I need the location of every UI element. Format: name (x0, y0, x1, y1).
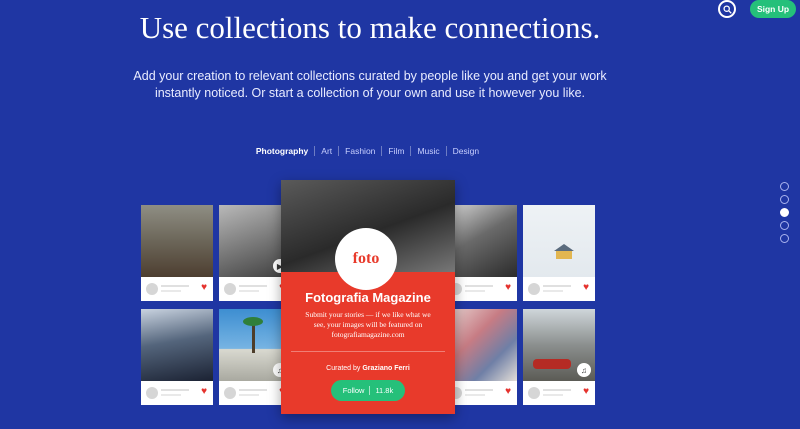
featured-collection-card[interactable]: foto Fotografia Magazine Submit your sto… (281, 180, 455, 414)
tile-meta: ♥ (141, 381, 213, 405)
curator-name[interactable]: Graziano Ferri (362, 365, 409, 372)
heart-icon[interactable]: ♥ (583, 386, 589, 397)
collection-description: Submit your stories — if we like what we… (305, 310, 431, 339)
pager-dot[interactable] (780, 208, 789, 217)
tab-film[interactable]: Film (381, 146, 410, 156)
avatar (528, 283, 540, 295)
collection-tile[interactable]: ♥ (445, 309, 517, 405)
text-line (465, 285, 493, 287)
tile-meta: ♥ (141, 277, 213, 301)
tile-meta: ♥ (445, 277, 517, 301)
heart-icon[interactable]: ♥ (505, 386, 511, 397)
avatar (528, 387, 540, 399)
text-line (239, 290, 259, 292)
follow-label: Follow (342, 386, 365, 395)
text-line (239, 394, 259, 396)
tab-design[interactable]: Design (445, 146, 485, 156)
car-shape (533, 359, 571, 369)
separator (369, 386, 371, 395)
follower-count: 11.8k (375, 386, 394, 395)
tile-image (141, 309, 213, 381)
pager-dot[interactable] (780, 234, 789, 243)
tile-image (445, 309, 517, 381)
text-line (161, 394, 181, 396)
tile-meta: ♥ (445, 381, 517, 405)
text-line (161, 389, 189, 391)
heart-icon[interactable]: ♥ (583, 282, 589, 293)
roof-shape (554, 244, 574, 251)
text-line (465, 394, 485, 396)
tile-image (141, 205, 213, 277)
pager-dots (780, 182, 789, 247)
hero-title: Use collections to make connections. (139, 10, 601, 45)
collection-tile[interactable]: ♥ (141, 309, 213, 405)
tab-art[interactable]: Art (314, 146, 338, 156)
collection-tile[interactable]: ♫ ♥ (523, 309, 595, 405)
text-line (543, 285, 571, 287)
text-line (465, 290, 485, 292)
palm-tree-shape (252, 323, 255, 353)
text-line (543, 394, 563, 396)
avatar (224, 387, 236, 399)
tab-music[interactable]: Music (410, 146, 445, 156)
divider (291, 351, 445, 352)
collection-tile[interactable]: ♥ (523, 205, 595, 301)
heart-icon[interactable]: ♥ (505, 282, 511, 293)
tile-meta: ♥ (523, 277, 595, 301)
signup-button[interactable]: Sign Up (750, 0, 796, 18)
avatar (224, 283, 236, 295)
tab-photography[interactable]: Photography (250, 146, 314, 156)
collection-logo: foto (335, 228, 397, 290)
heart-icon[interactable]: ♥ (201, 282, 207, 293)
tile-meta: ♥ (523, 381, 595, 405)
pager-dot[interactable] (780, 195, 789, 204)
logo-text: foto (352, 250, 380, 267)
tile-image (445, 205, 517, 277)
curated-prefix: Curated by (326, 365, 363, 372)
house-shape (556, 250, 572, 259)
text-line (239, 285, 267, 287)
tab-fashion[interactable]: Fashion (338, 146, 381, 156)
pager-dot[interactable] (780, 182, 789, 191)
collection-tile[interactable]: ♥ (141, 205, 213, 301)
collection-tile[interactable]: ♥ (445, 205, 517, 301)
heart-icon[interactable]: ♥ (201, 386, 207, 397)
music-icon: ♫ (577, 363, 591, 377)
follow-button[interactable]: Follow 11.8k (331, 380, 405, 401)
avatar (146, 387, 158, 399)
text-line (465, 389, 493, 391)
text-line (161, 285, 189, 287)
text-line (543, 389, 571, 391)
text-line (161, 290, 181, 292)
category-tabs: Photography Art Fashion Film Music Desig… (0, 146, 735, 156)
pager-dot[interactable] (780, 221, 789, 230)
tile-image: ♫ (523, 309, 595, 381)
text-line (543, 290, 563, 292)
avatar (146, 283, 158, 295)
curated-by: Curated by Graziano Ferri (281, 365, 455, 372)
hero-subtitle: Add your creation to relevant collection… (133, 69, 607, 100)
tile-image (523, 205, 595, 277)
palm-leaves-shape (243, 317, 263, 326)
collection-name: Fotografia Magazine (305, 290, 431, 305)
text-line (239, 389, 267, 391)
